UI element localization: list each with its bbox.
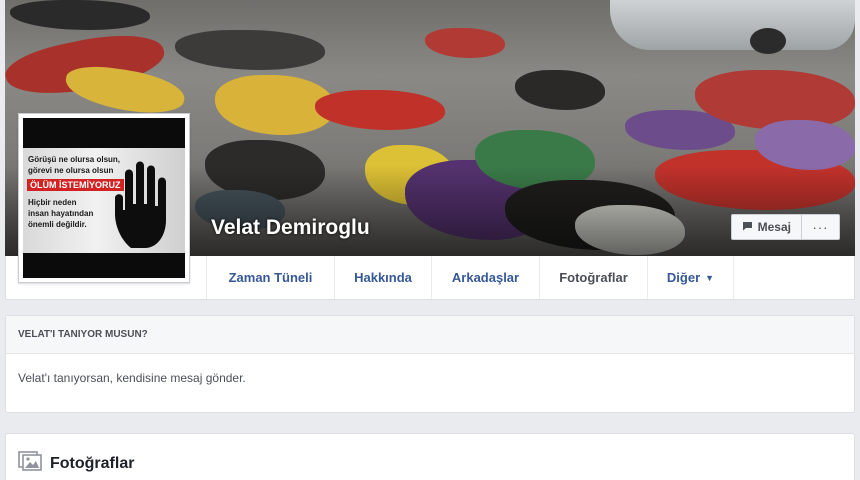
profile-tabs: Zaman Tüneli Hakkında Arkadaşlar Fotoğra…	[206, 256, 734, 299]
photos-icon	[18, 451, 42, 476]
tab-more[interactable]: Diğer ▼	[648, 256, 734, 299]
tab-label: Diğer	[666, 270, 701, 285]
raised-hand-icon	[111, 160, 179, 255]
more-options-button[interactable]: ···	[802, 214, 840, 240]
profile-picture-text-line: görevi ne olursa olsun	[28, 166, 114, 175]
profile-picture-text-line: Hiçbir neden	[28, 198, 77, 207]
tab-about[interactable]: Hakkında	[335, 256, 432, 299]
tab-friends[interactable]: Arkadaşlar	[432, 256, 540, 299]
cover-actions: Mesaj ···	[730, 214, 840, 240]
profile-picture-text-line: insan hayatından	[28, 209, 94, 218]
profile-picture[interactable]: Görüşü ne olursa olsun, görevi ne olursa…	[18, 113, 190, 283]
profile-picture-text-line: önemli değildir.	[28, 220, 87, 229]
card-header: VELAT'I TANIYOR MUSUN?	[6, 316, 854, 354]
tab-label: Zaman Tüneli	[228, 270, 313, 285]
profile-picture-text-line: Görüşü ne olursa olsun,	[28, 155, 121, 164]
profile-picture-banner: ÖLÜM İSTEMİYORUZ	[27, 179, 124, 191]
photos-card-title[interactable]: Fotoğraflar	[50, 455, 134, 473]
tab-label: Fotoğraflar	[559, 270, 628, 285]
tab-label: Arkadaşlar	[451, 270, 520, 285]
chevron-down-icon: ▼	[705, 272, 715, 283]
message-icon	[742, 220, 753, 234]
message-button-label: Mesaj	[757, 220, 791, 234]
photos-card: Fotoğraflar	[5, 433, 855, 480]
photos-card-header[interactable]: Fotoğraflar	[6, 434, 854, 476]
profile-name[interactable]: Velat Demiroglu	[211, 216, 370, 240]
do-you-know-card: VELAT'I TANIYOR MUSUN? Velat'ı tanıyorsa…	[5, 315, 855, 413]
tab-photos[interactable]: Fotoğraflar	[540, 256, 648, 299]
profile-picture-image: Görüşü ne olursa olsun, görevi ne olursa…	[23, 118, 185, 278]
message-button[interactable]: Mesaj	[730, 214, 802, 240]
cover-car-shape	[610, 0, 855, 54]
tab-timeline[interactable]: Zaman Tüneli	[207, 256, 335, 299]
card-body-text: Velat'ı tanıyorsan, kendisine mesaj gönd…	[18, 371, 246, 385]
tab-label: Hakkında	[354, 270, 412, 285]
